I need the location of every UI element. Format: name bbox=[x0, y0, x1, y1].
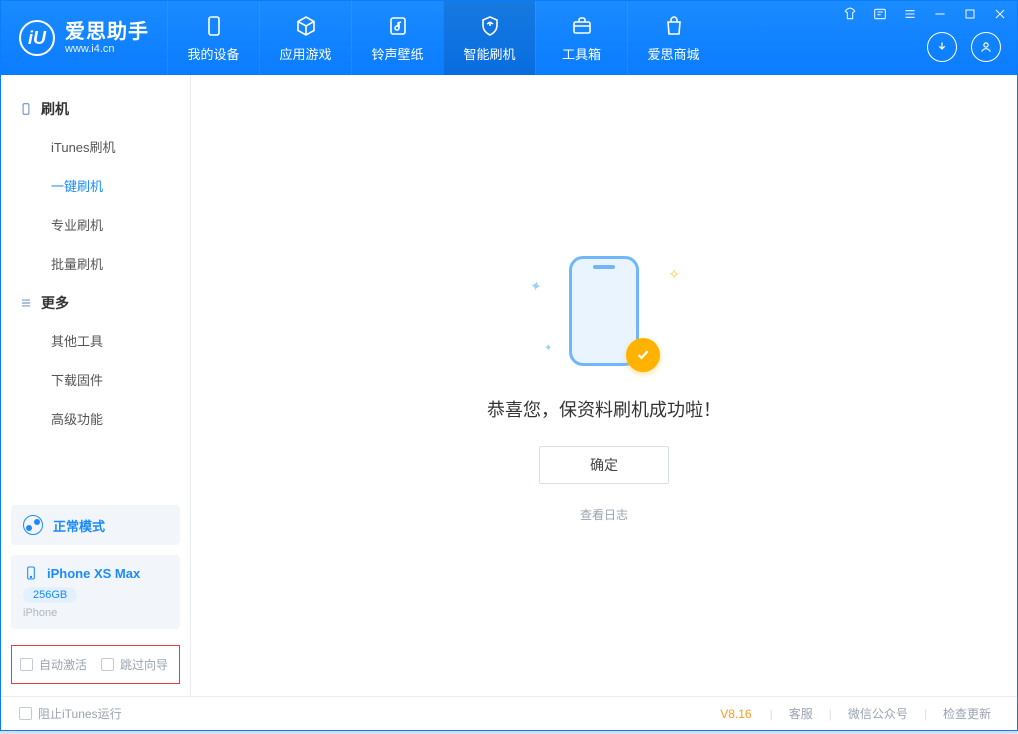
device-type: iPhone bbox=[23, 607, 168, 619]
checkbox-icon bbox=[19, 707, 32, 720]
tab-label: 铃声壁纸 bbox=[371, 44, 423, 63]
tab-ringtone-wallpaper[interactable]: 铃声壁纸 bbox=[351, 1, 443, 75]
sidebar-group-more: 更多 bbox=[1, 283, 190, 321]
sidebar-group-flash: 刷机 bbox=[1, 89, 190, 127]
mode-icon bbox=[23, 515, 43, 535]
toolbox-icon bbox=[569, 13, 595, 39]
tab-label: 工具箱 bbox=[562, 44, 601, 63]
maximize-button[interactable] bbox=[961, 5, 979, 23]
minimize-button[interactable] bbox=[931, 5, 949, 23]
app-window: iU 爱思助手 www.i4.cn 我的设备 应用游戏 铃声壁纸 智能刷机 bbox=[0, 0, 1018, 731]
footer-link-update[interactable]: 检查更新 bbox=[935, 705, 999, 722]
phone-icon bbox=[23, 565, 39, 581]
main-panel: ✦ ✧ ✦ 恭喜您，保资料刷机成功啦！ 确定 查看日志 bbox=[191, 75, 1017, 696]
checkbox-skip-wizard[interactable]: 跳过向导 bbox=[101, 656, 168, 673]
sparkle-icon: ✧ bbox=[668, 266, 680, 283]
device-storage-badge: 256GB bbox=[23, 587, 77, 603]
nav-tabs: 我的设备 应用游戏 铃声壁纸 智能刷机 工具箱 爱思商城 bbox=[167, 1, 719, 75]
sidebar-item-other-tools[interactable]: 其他工具 bbox=[1, 321, 190, 360]
view-log-link[interactable]: 查看日志 bbox=[580, 506, 628, 523]
checkbox-icon bbox=[101, 658, 114, 671]
brand-logo-icon: iU bbox=[19, 20, 55, 56]
sidebar-item-itunes-flash[interactable]: iTunes刷机 bbox=[1, 127, 190, 166]
tab-toolbox[interactable]: 工具箱 bbox=[535, 1, 627, 75]
checkbox-auto-activate[interactable]: 自动激活 bbox=[20, 656, 87, 673]
footer: 阻止iTunes运行 V8.16 | 客服 | 微信公众号 | 检查更新 bbox=[1, 696, 1017, 730]
brand: iU 爱思助手 www.i4.cn bbox=[1, 1, 167, 75]
sidebar-group-title: 更多 bbox=[41, 293, 69, 313]
close-button[interactable] bbox=[991, 5, 1009, 23]
menu-icon[interactable] bbox=[901, 5, 919, 23]
music-icon bbox=[385, 13, 411, 39]
mode-label: 正常模式 bbox=[53, 516, 105, 535]
tab-apps-games[interactable]: 应用游戏 bbox=[259, 1, 351, 75]
success-check-icon bbox=[626, 338, 660, 372]
header: iU 爱思助手 www.i4.cn 我的设备 应用游戏 铃声壁纸 智能刷机 bbox=[1, 1, 1017, 75]
download-button[interactable] bbox=[927, 32, 957, 62]
device-icon bbox=[201, 13, 227, 39]
phone-icon bbox=[19, 102, 33, 116]
sidebar-item-advanced[interactable]: 高级功能 bbox=[1, 399, 190, 438]
flash-options-box: 自动激活 跳过向导 bbox=[11, 645, 180, 684]
success-text: 恭喜您，保资料刷机成功啦！ bbox=[487, 396, 721, 422]
brand-title: 爱思助手 bbox=[65, 21, 149, 43]
tab-label: 我的设备 bbox=[187, 44, 239, 63]
sidebar-item-oneclick-flash[interactable]: 一键刷机 bbox=[1, 166, 190, 205]
feedback-icon[interactable] bbox=[871, 5, 889, 23]
account-button[interactable] bbox=[971, 32, 1001, 62]
checkbox-label: 阻止iTunes运行 bbox=[38, 705, 122, 722]
menu-icon bbox=[19, 296, 33, 310]
sparkle-icon: ✦ bbox=[544, 343, 552, 354]
sidebar-item-batch-flash[interactable]: 批量刷机 bbox=[1, 244, 190, 283]
sparkle-icon: ✦ bbox=[529, 277, 544, 296]
sidebar-item-download-firmware[interactable]: 下载固件 bbox=[1, 360, 190, 399]
tab-label: 应用游戏 bbox=[279, 44, 331, 63]
footer-link-wechat[interactable]: 微信公众号 bbox=[840, 705, 916, 722]
cube-icon bbox=[293, 13, 319, 39]
version-label: V8.16 bbox=[720, 707, 751, 721]
window-controls bbox=[841, 5, 1009, 23]
checkbox-block-itunes[interactable]: 阻止iTunes运行 bbox=[19, 705, 122, 722]
mode-box[interactable]: 正常模式 bbox=[11, 505, 180, 545]
tab-label: 爱思商城 bbox=[647, 44, 699, 63]
brand-subtitle: www.i4.cn bbox=[65, 43, 149, 55]
device-box[interactable]: iPhone XS Max 256GB iPhone bbox=[11, 555, 180, 629]
tab-my-device[interactable]: 我的设备 bbox=[167, 1, 259, 75]
tab-smart-flash[interactable]: 智能刷机 bbox=[443, 1, 535, 75]
tab-label: 智能刷机 bbox=[463, 44, 515, 63]
footer-link-support[interactable]: 客服 bbox=[781, 705, 821, 722]
tab-store[interactable]: 爱思商城 bbox=[627, 1, 719, 75]
ok-button[interactable]: 确定 bbox=[539, 446, 669, 484]
shield-icon bbox=[477, 13, 503, 39]
header-right bbox=[927, 19, 1017, 75]
checkbox-label: 跳过向导 bbox=[120, 656, 168, 673]
bag-icon bbox=[661, 13, 687, 39]
skin-icon[interactable] bbox=[841, 5, 859, 23]
checkbox-icon bbox=[20, 658, 33, 671]
sidebar-item-pro-flash[interactable]: 专业刷机 bbox=[1, 205, 190, 244]
sidebar: 刷机 iTunes刷机 一键刷机 专业刷机 批量刷机 更多 其他工具 下载固件 … bbox=[1, 75, 191, 696]
success-illustration: ✦ ✧ ✦ bbox=[524, 248, 684, 378]
sidebar-group-title: 刷机 bbox=[41, 99, 69, 119]
checkbox-label: 自动激活 bbox=[39, 656, 87, 673]
device-name: iPhone XS Max bbox=[47, 566, 140, 581]
body: 刷机 iTunes刷机 一键刷机 专业刷机 批量刷机 更多 其他工具 下载固件 … bbox=[1, 75, 1017, 696]
